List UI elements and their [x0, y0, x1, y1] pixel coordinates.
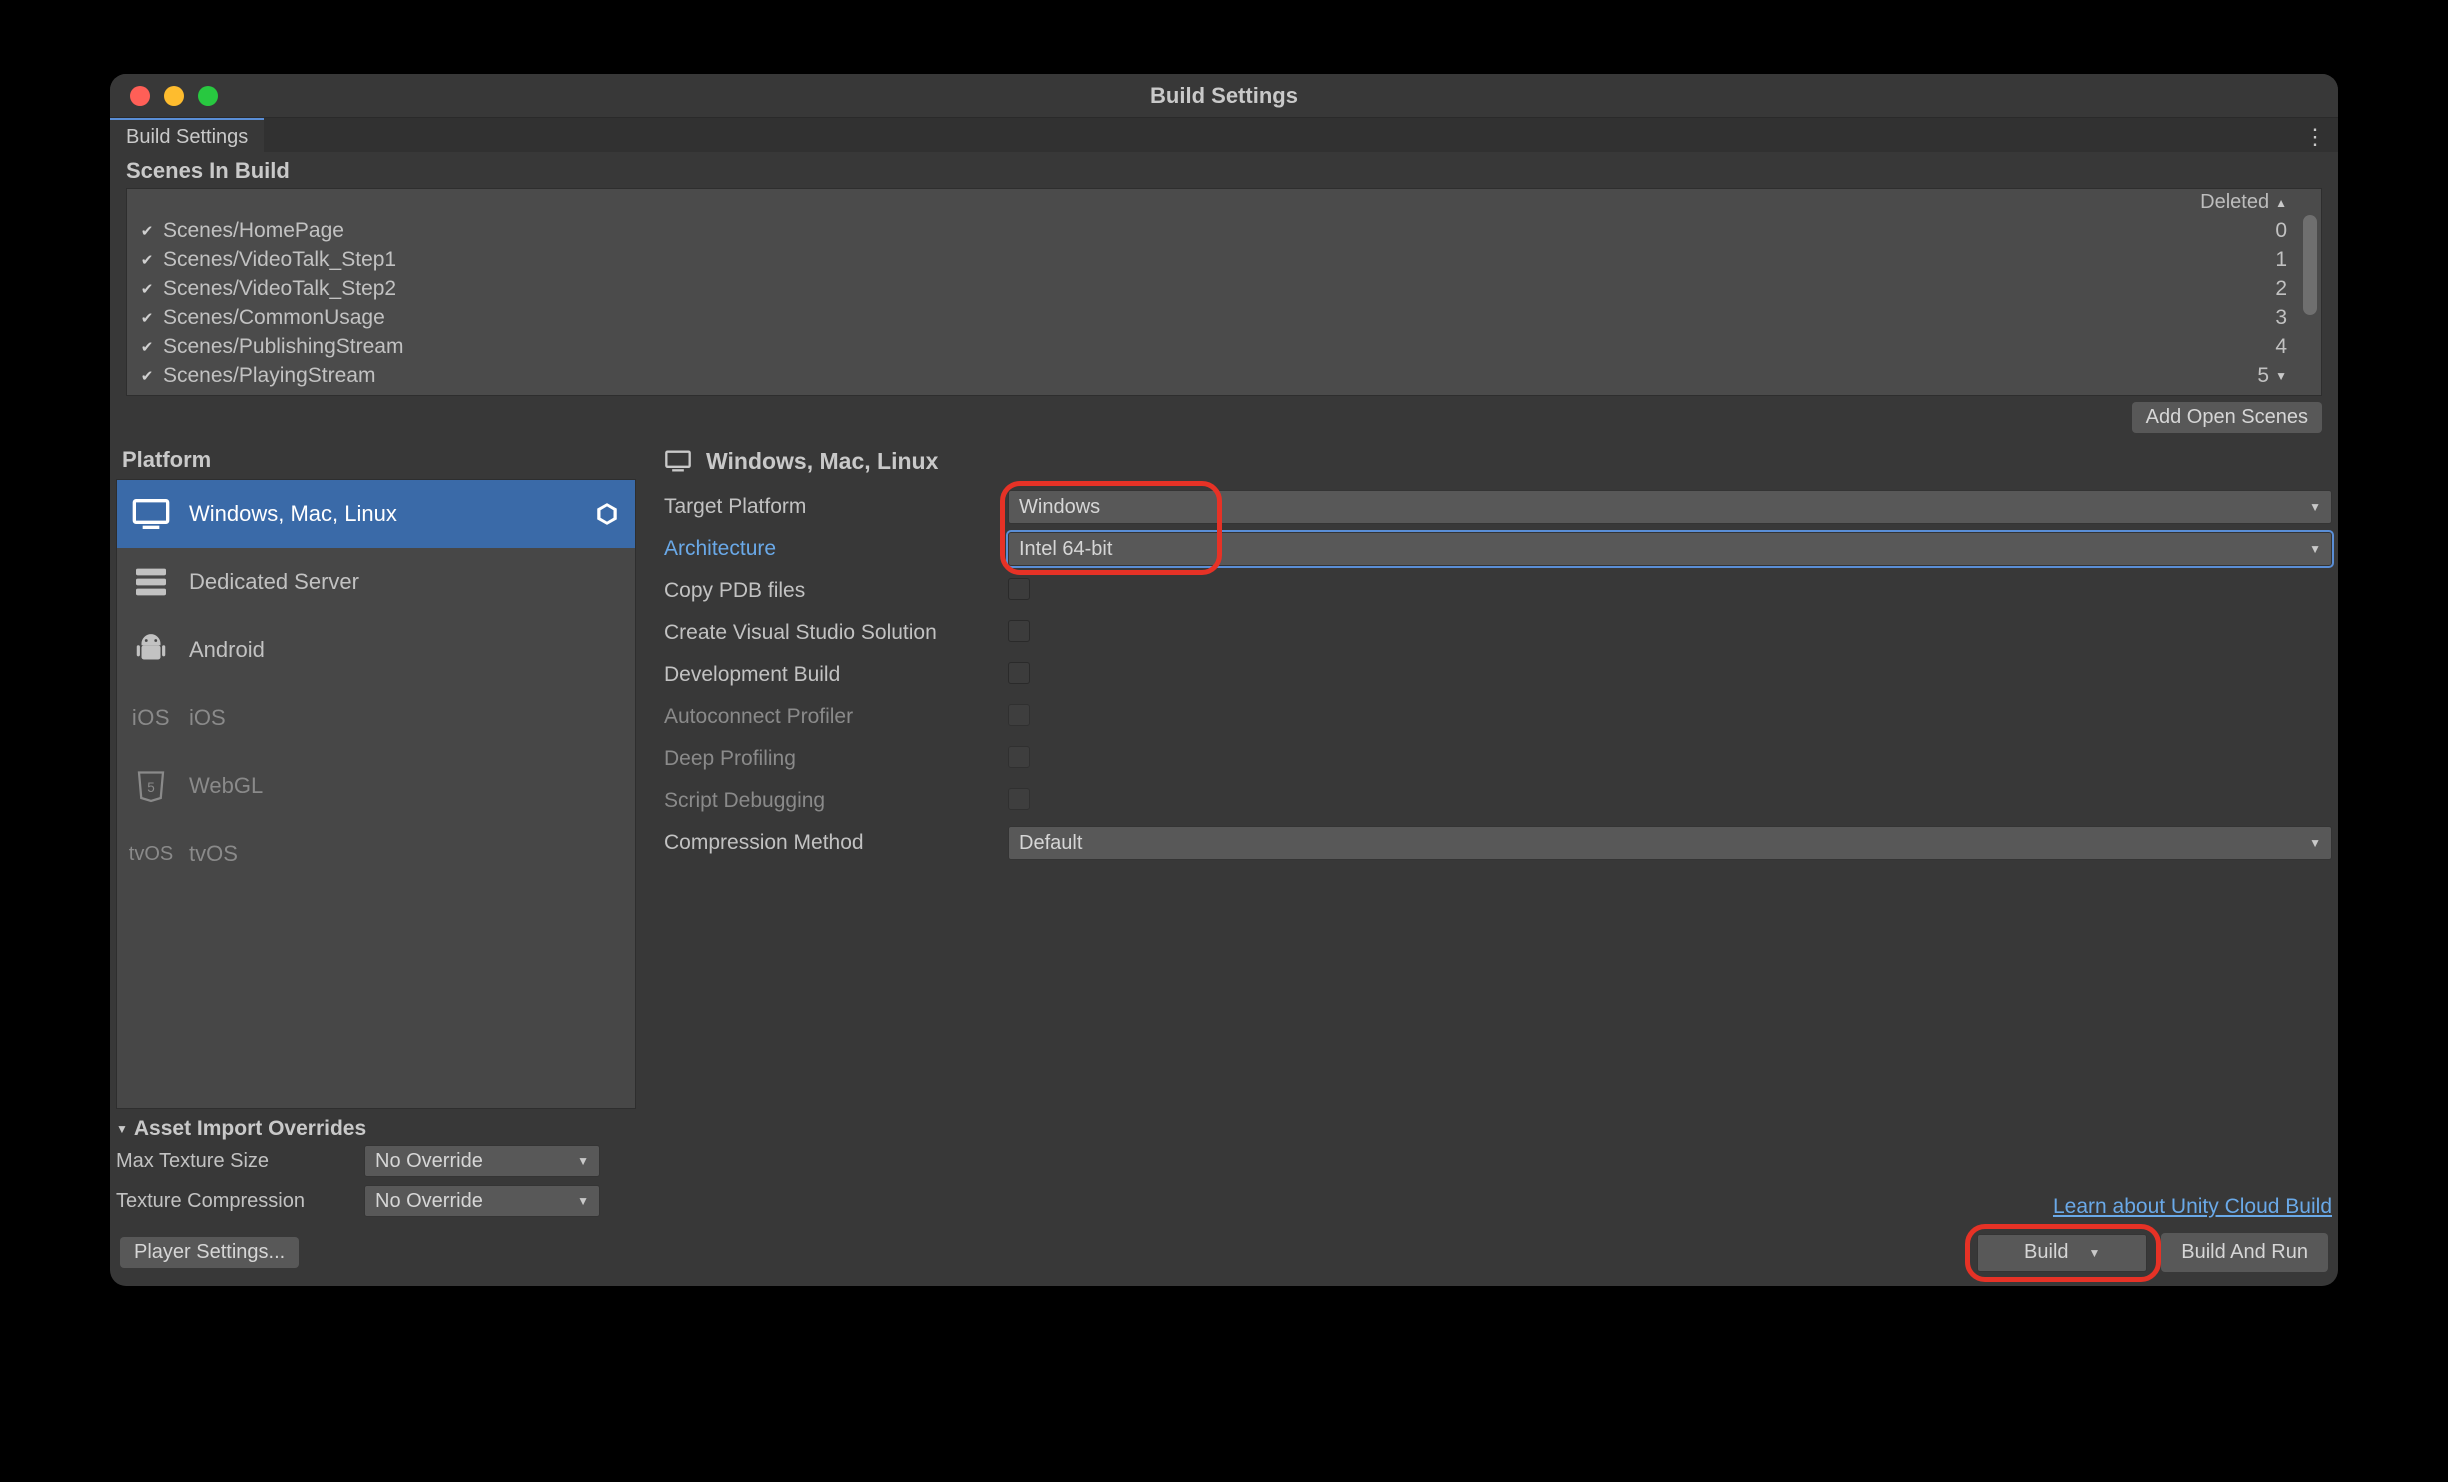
deep-profiling-checkbox	[1008, 746, 1030, 768]
unity-icon	[593, 500, 621, 528]
build-settings-window: Build Settings Build Settings ⋮ Scenes I…	[110, 74, 2338, 1286]
add-open-scenes-button[interactable]: Add Open Scenes	[2132, 402, 2322, 433]
texture-compression-select[interactable]: No Override▼	[364, 1185, 600, 1217]
scene-row[interactable]: ✔Scenes/VideoTalk_Step1 1	[127, 245, 2321, 274]
compression-label: Compression Method	[664, 831, 1008, 855]
scene-row[interactable]: ✔Scenes/CommonUsage 3	[127, 303, 2321, 332]
platform-panel: Platform Windows, Mac, Linux Dedicated	[116, 447, 636, 1225]
content-body: Platform Windows, Mac, Linux Dedicated	[110, 437, 2338, 1225]
html5-icon: 5	[131, 766, 171, 806]
build-and-run-button[interactable]: Build And Run	[2161, 1233, 2328, 1272]
platform-webgl[interactable]: 5 WebGL	[117, 752, 635, 820]
ios-icon: iOS	[131, 698, 171, 738]
platform-windows-mac-linux[interactable]: Windows, Mac, Linux	[117, 480, 635, 548]
asset-import-overrides: ▼Asset Import Overrides Max Texture Size…	[116, 1109, 636, 1225]
platform-tvos[interactable]: tvOS tvOS	[117, 820, 635, 888]
tabbar: Build Settings ⋮	[110, 118, 2338, 152]
platform-title: Platform	[116, 447, 636, 473]
platform-dedicated-server[interactable]: Dedicated Server	[117, 548, 635, 616]
checkbox-icon[interactable]: ✔	[139, 339, 155, 355]
script-debugging-checkbox	[1008, 788, 1030, 810]
server-icon	[131, 562, 171, 602]
sort-up-icon: ▲	[2275, 196, 2287, 210]
player-settings-button[interactable]: Player Settings...	[120, 1237, 299, 1268]
autoconnect-label: Autoconnect Profiler	[664, 705, 1008, 729]
deep-profiling-label: Deep Profiling	[664, 747, 1008, 771]
checkbox-icon[interactable]: ✔	[139, 368, 155, 384]
max-texture-size-label: Max Texture Size	[116, 1150, 352, 1173]
dev-build-checkbox[interactable]	[1008, 662, 1030, 684]
dev-build-label: Development Build	[664, 663, 1008, 687]
titlebar: Build Settings	[110, 74, 2338, 118]
options-header: Windows, Mac, Linux	[664, 447, 2332, 475]
build-button[interactable]: Build▼	[1977, 1234, 2147, 1272]
scrollbar[interactable]	[2303, 215, 2317, 391]
tvos-icon: tvOS	[131, 834, 171, 874]
checkbox-icon[interactable]: ✔	[139, 252, 155, 268]
target-platform-select[interactable]: Windows▼	[1008, 490, 2332, 524]
create-vs-checkbox[interactable]	[1008, 620, 1030, 642]
options-panel: Windows, Mac, Linux Target Platform Wind…	[636, 447, 2332, 1225]
scenes-list[interactable]: Deleted ▲ ✔Scenes/HomePage 0 ✔Scenes/Vid…	[126, 188, 2322, 396]
scenes-title: Scenes In Build	[120, 158, 2328, 184]
scene-row[interactable]: ✔Scenes/PublishingStream 4	[127, 332, 2321, 361]
create-vs-label: Create Visual Studio Solution	[664, 621, 1008, 645]
cloud-build-link[interactable]: Learn about Unity Cloud Build	[664, 1195, 2332, 1219]
autoconnect-checkbox	[1008, 704, 1030, 726]
max-texture-size-select[interactable]: No Override▼	[364, 1145, 600, 1177]
footer: Player Settings... Build▼ Build And Run	[110, 1225, 2338, 1286]
script-debugging-label: Script Debugging	[664, 789, 1008, 813]
target-platform-label: Target Platform	[664, 495, 1008, 519]
android-icon	[131, 630, 171, 670]
scene-row[interactable]: ✔Scenes/HomePage 0	[127, 216, 2321, 245]
desktop-icon	[131, 494, 171, 534]
platform-ios[interactable]: iOS iOS	[117, 684, 635, 752]
architecture-select[interactable]: Intel 64-bit▼	[1008, 532, 2332, 566]
more-down-icon: ▼	[2275, 369, 2287, 383]
scene-row[interactable]: ✔Scenes/VideoTalk_Step2 2	[127, 274, 2321, 303]
disclosure-down-icon[interactable]: ▼	[116, 1122, 128, 1136]
texture-compression-label: Texture Compression	[116, 1190, 352, 1213]
architecture-label[interactable]: Architecture	[664, 537, 1008, 561]
checkbox-icon[interactable]: ✔	[139, 281, 155, 297]
checkbox-icon[interactable]: ✔	[139, 310, 155, 326]
platform-list: Windows, Mac, Linux Dedicated Server	[116, 479, 636, 1109]
copy-pdb-label: Copy PDB files	[664, 579, 1008, 603]
compression-select[interactable]: Default▼	[1008, 826, 2332, 860]
copy-pdb-checkbox[interactable]	[1008, 578, 1030, 600]
scene-row[interactable]: ✔Scenes/PlayingStream 5▼	[127, 361, 2321, 390]
scenes-section: Scenes In Build Deleted ▲ ✔Scenes/HomePa…	[110, 152, 2338, 437]
deleted-header[interactable]: Deleted ▲	[2200, 191, 2287, 214]
platform-android[interactable]: Android	[117, 616, 635, 684]
svg-text:5: 5	[147, 780, 155, 795]
window-title: Build Settings	[110, 83, 2338, 109]
checkbox-icon[interactable]: ✔	[139, 223, 155, 239]
tab-build-settings[interactable]: Build Settings	[110, 118, 264, 152]
desktop-icon	[664, 447, 692, 475]
kebab-menu-icon[interactable]: ⋮	[2304, 124, 2326, 150]
